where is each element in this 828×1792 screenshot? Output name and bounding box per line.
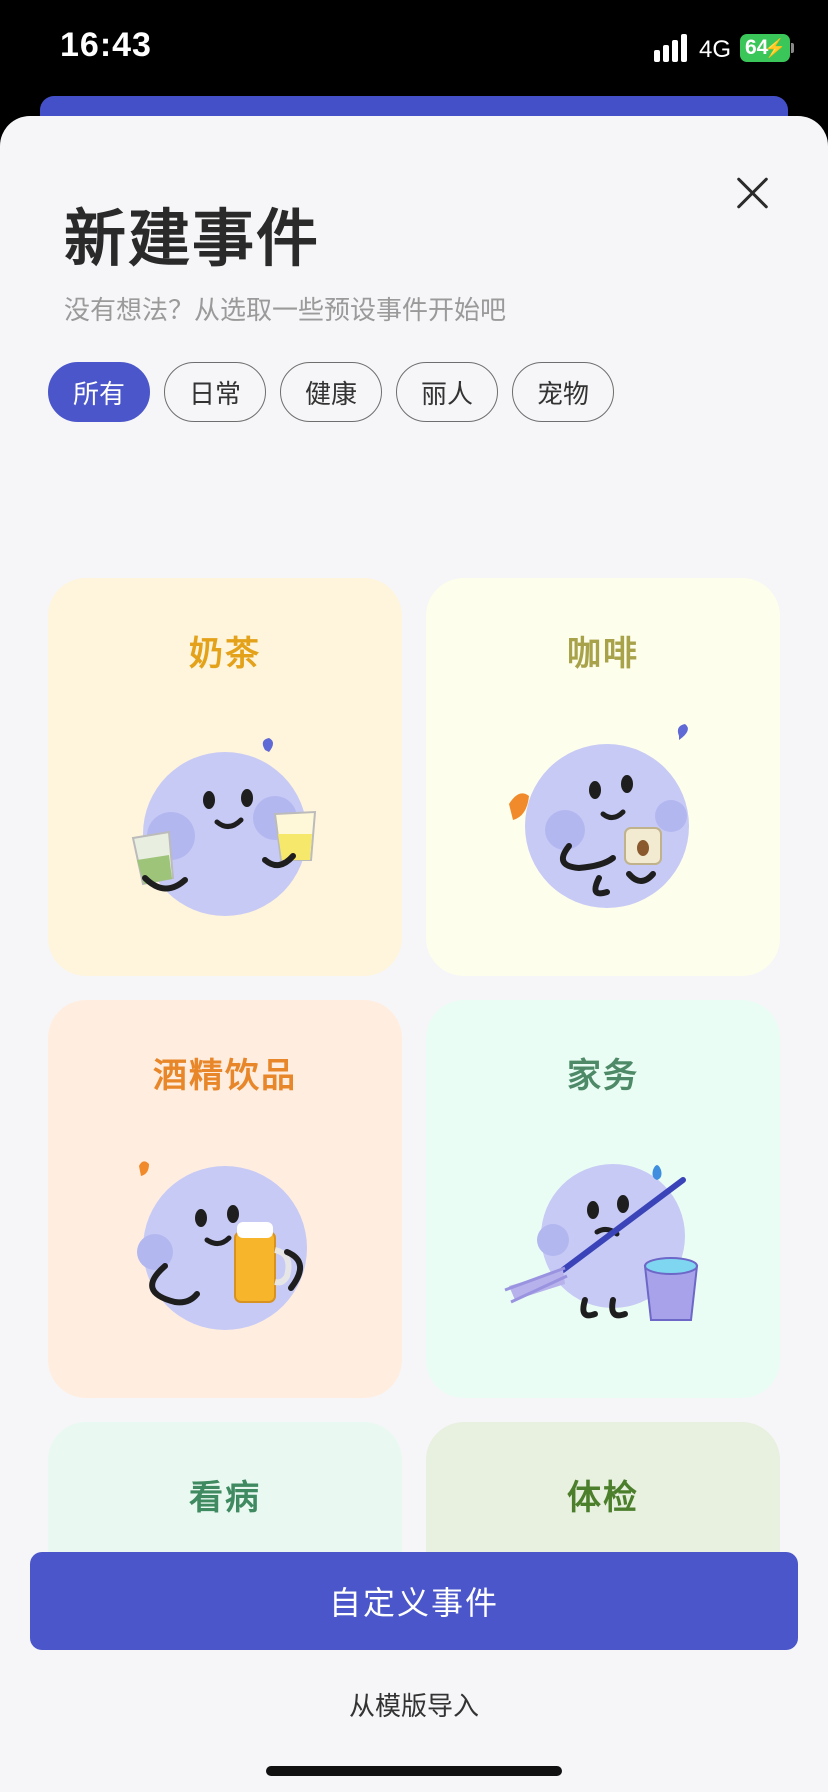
battery-icon: 64 ⚡: [740, 34, 790, 62]
preset-grid: 奶茶 咖啡 酒精饮品 家务 看病 体检: [0, 448, 828, 1644]
new-event-sheet: 新建事件 没有想法？从选取一些预设事件开始吧 所有 日常 健康 丽人 宠物 奶茶: [0, 116, 828, 1792]
card-title: 家务: [567, 1056, 639, 1096]
close-icon[interactable]: [734, 174, 772, 212]
tab-health[interactable]: 健康: [280, 362, 382, 422]
signal-icon: [654, 34, 690, 62]
preset-card-milk-tea[interactable]: 奶茶: [48, 578, 402, 976]
page-subtitle: 没有想法？从选取一些预设事件开始吧: [64, 296, 507, 326]
card-title: 体检: [567, 1478, 639, 1518]
beer-illustration: [137, 1161, 307, 1330]
category-tabs: 所有 日常 健康 丽人 宠物: [48, 362, 614, 422]
charging-bolt-icon: ⚡: [763, 38, 786, 58]
status-time: 16:43: [60, 26, 152, 64]
tab-beauty[interactable]: 丽人: [396, 362, 498, 422]
coffee-illustration: [509, 724, 689, 908]
card-title: 酒精饮品: [153, 1056, 297, 1096]
card-title: 看病: [189, 1478, 261, 1518]
page-title: 新建事件: [64, 202, 321, 275]
tab-pets[interactable]: 宠物: [512, 362, 614, 422]
battery-cap: [791, 43, 794, 53]
preset-card-housework[interactable]: 家务: [426, 1000, 780, 1398]
status-bar: 16:43 4G 64 ⚡: [0, 0, 828, 100]
tab-daily[interactable]: 日常: [164, 362, 266, 422]
preset-card-alcohol[interactable]: 酒精饮品: [48, 1000, 402, 1398]
tab-all[interactable]: 所有: [48, 362, 150, 422]
milk-tea-illustration: [131, 738, 317, 916]
card-title: 咖啡: [567, 634, 639, 674]
home-indicator: [266, 1766, 562, 1776]
card-title: 奶茶: [189, 634, 261, 674]
housework-illustration: [504, 1164, 699, 1321]
preset-card-coffee[interactable]: 咖啡: [426, 578, 780, 976]
import-template-link[interactable]: 从模版导入: [0, 1686, 828, 1723]
network-type: 4G: [699, 36, 732, 63]
custom-event-button[interactable]: 自定义事件: [30, 1552, 798, 1650]
